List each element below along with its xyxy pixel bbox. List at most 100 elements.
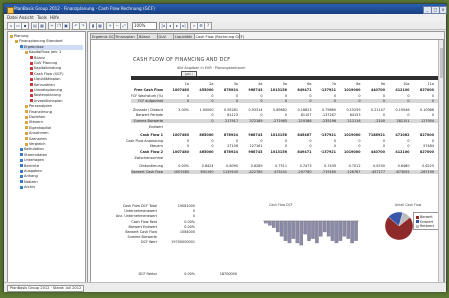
table-cell: 412100 [395,88,410,92]
tree-item[interactable]: Investitionsplan [30,99,83,104]
legend-label: Endwert [420,219,434,224]
paste-icon[interactable]: ▣ [62,22,70,30]
folder-icon [20,174,23,178]
folder-icon [20,164,23,168]
table-cell: 0.7439 [324,164,336,169]
close-button[interactable]: × [439,6,447,14]
legend-swatch [416,224,419,228]
save-icon[interactable]: ▪ [21,22,29,30]
table-cell: 968743 [248,88,263,92]
table-cell: 865000 [199,133,214,138]
period-header: 11a [427,82,434,86]
chart-bar [346,220,350,239]
tree-item[interactable]: Steuern [25,120,83,125]
chart-bar [354,220,358,241]
folder-icon [30,83,33,87]
tree-item-label: Steuern [29,120,44,125]
row-label: Zwischensumme [134,155,163,160]
tree-item[interactable]: Szenarien [25,137,83,142]
tree-item[interactable]: Stammdaten [20,153,83,158]
tree-item[interactable]: Umsatzplanung [30,88,83,93]
tree-item[interactable]: Finanzierung [25,110,83,115]
tree-item[interactable]: Ausgaben [20,169,83,174]
tree-item[interactable]: Eigenkapital [25,126,83,131]
tree-item[interactable]: Planung [10,34,83,39]
navigation-tree[interactable]: Planung Finanzplanung Standard Ergebnisse K… [7,31,86,289]
table-cell: 64153 [349,113,361,118]
tree-item[interactable]: Anhang [20,174,83,179]
table-cell: 0 [211,119,214,123]
tree-item[interactable]: Kapitalbindung [30,66,83,71]
menu-file[interactable]: Datei [7,14,18,21]
tree-item[interactable]: Kalkulation [20,147,83,152]
help-icon[interactable]: ? [204,22,212,30]
tree-item-label: Annahmen [29,131,49,136]
table-cell: -422785 [248,169,263,174]
table-cell: 0 [235,138,238,143]
chart-bar [307,220,311,241]
tree-item[interactable]: Bilanz [30,56,83,61]
table-cell: 1129145 [222,169,238,174]
folder-icon [30,77,33,81]
table-cell: 827000 [419,88,434,92]
table-cell: 0 [235,99,238,104]
row-label: Cash Flow 2 [140,150,163,154]
table-cell: 0 [211,138,214,143]
folder-icon [20,169,23,173]
tree-item[interactable]: Personalplan [25,104,83,109]
table-cell: 0 [431,138,434,143]
vertical-scrollbar[interactable] [438,40,443,287]
tree-item[interactable]: Finanzplanung Standard [15,39,83,44]
preview-icon[interactable]: ▦ [38,22,46,30]
table-cell: 0 [186,144,189,149]
tree-item[interactable]: Annahmen [25,131,83,136]
table-cell: 0.6480 [397,164,410,169]
status-text: PlanBasis Group 2012 · Stand: Juli 2012 [7,285,85,292]
chart-bar [315,220,319,244]
tree-item[interactable]: Unterlagen [20,158,83,163]
tree-item[interactable]: Ergebnisse [20,44,83,50]
tree-item[interactable]: Kapitalfluss Jahr 1 [25,50,83,55]
table-cell: 0 [186,138,189,143]
tree-item[interactable]: Kostenplanung [30,93,83,98]
row-label: Barwert Periode [135,113,163,118]
chart-bar [330,220,335,241]
tree-item[interactable]: Darlehen [25,115,83,120]
tree-item[interactable]: GuV Planung [30,61,83,66]
tree-item[interactable]: Vergleich [25,142,83,147]
tree-item[interactable]: Berichte [20,164,83,169]
row-label: FCF Wachstum (%) [130,93,163,98]
tree-item[interactable]: Archiv [20,185,83,190]
table-cell: 0 [431,99,434,104]
last-page-icon[interactable]: ▸| [180,22,188,30]
table-cell: 0 [431,113,434,118]
table-cell: 0 [309,93,312,98]
table-cell: 0.18823 [297,107,312,112]
table-cell: 0 [333,93,336,98]
tree-item[interactable]: Liquiditätsplan [30,77,83,82]
zoom-select[interactable]: 100% [132,22,157,30]
title-bar: PlanBasis Group 2012 · Finanzplanung · C… [4,4,447,14]
table-cell: 845467 [297,133,312,138]
app-icon [7,6,14,14]
table-cell: 1013156 [270,88,287,92]
menu-view[interactable]: Ansicht [19,14,34,21]
tree-item-label: Kennzahlen [34,82,55,87]
fit-icon[interactable]: ⤢ [120,22,128,30]
tree-item-label: Unterlagen [24,158,44,163]
table-cell: 0.95281 [223,107,238,112]
tree-item[interactable]: Cash Flow (GCF) [30,72,83,77]
period-header: 5a [282,82,287,86]
row-label: Endwert [148,124,163,129]
table-cell: 471062 [395,133,410,138]
folder-icon [20,185,23,189]
menu-tools[interactable]: Tools [37,14,47,21]
row-label: Diskontierung [139,164,163,169]
scrollbar-thumb[interactable] [439,48,443,78]
table-icon[interactable]: ▦ [96,22,104,30]
tree-item[interactable]: Kennzahlen [30,83,83,88]
table-cell: 0 [407,93,410,98]
menu-help[interactable]: Hilfe [50,14,59,21]
redo-icon[interactable]: ↷ [79,22,87,30]
tree-item[interactable]: Notizen [20,180,83,185]
